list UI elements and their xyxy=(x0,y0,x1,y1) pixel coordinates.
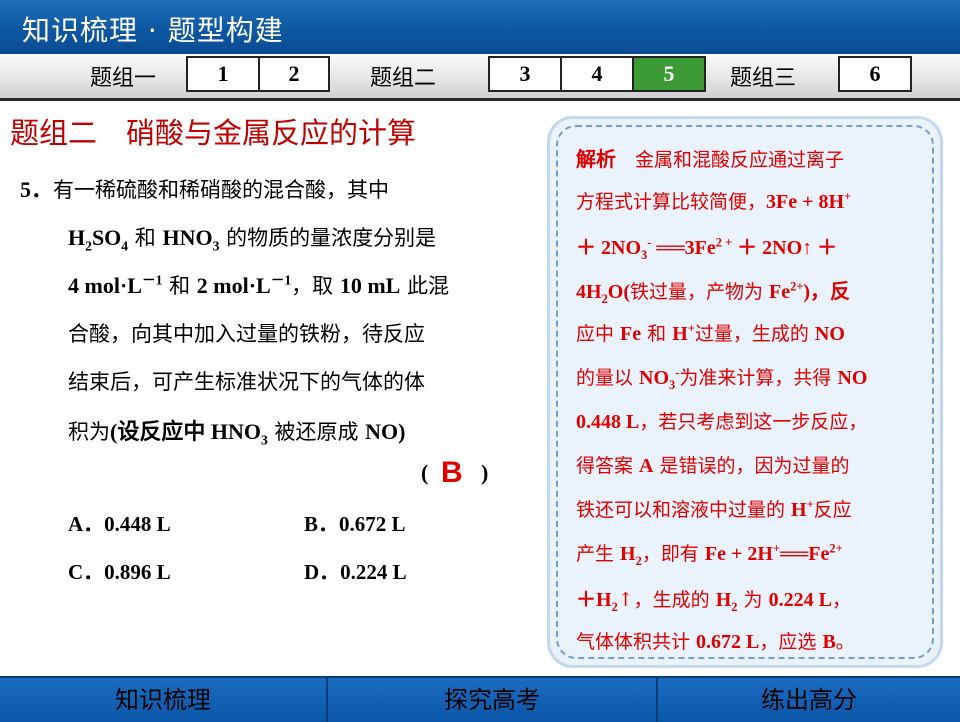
footer-practice-button[interactable]: 练出高分 xyxy=(658,678,960,722)
volume: 10 mL xyxy=(339,273,401,298)
explanation-line-1: 解析 金属和混酸反应通过离子 xyxy=(576,149,845,171)
nav-item-3[interactable]: 3 xyxy=(488,56,562,92)
explanation-label: 解析 xyxy=(576,149,616,171)
option-c[interactable]: C．0.896 L xyxy=(68,556,171,586)
explanation-line-6: 的量以 NO3-为准来计算，共得 NO xyxy=(576,365,868,392)
explanation-line-8: 得答案 A 是错误的，因为过量的 xyxy=(576,455,850,477)
question-text: 有一稀硫酸和稀硝酸的混合酸，其中 xyxy=(53,178,390,202)
explanation-line-11: ＋H2↑，生成的 H2 为 0.224 L， xyxy=(576,589,851,614)
explanation-line-2: 方程式计算比较简便，3Fe + 8H+ xyxy=(576,189,852,213)
explanation-line-4: 4H2O(铁过量，产物为 Fe2+)，反 xyxy=(576,279,851,306)
formula-hno3-2: HNO3 xyxy=(210,419,268,448)
explanation-panel: 解析 金属和混酸反应通过离子 方程式计算比较简便，3Fe + 8H+ ＋ 2NO… xyxy=(547,116,943,668)
answer-bracket-open: ( xyxy=(421,460,429,485)
explanation-line-9: 铁还可以和溶液中过量的 H+反应 xyxy=(576,497,852,521)
question-number: 5． xyxy=(20,177,54,202)
question-line-1: 5．有一稀硫酸和稀硝酸的混合酸，其中 xyxy=(20,172,389,204)
nav-item-5-active[interactable]: 5 xyxy=(632,56,706,92)
page-title: 知识梳理 · 题型构建 xyxy=(22,14,284,47)
concentration-1: 4 mol·L－1 xyxy=(68,272,163,298)
footer-nav: 知识梳理 探究高考 练出高分 xyxy=(0,676,960,722)
footer-explore-button[interactable]: 探究高考 xyxy=(328,678,656,722)
option-b[interactable]: B．0.672 L xyxy=(304,508,406,538)
nav-item-4[interactable]: 4 xyxy=(560,56,634,92)
answer-bracket-close: ) xyxy=(481,460,489,485)
question-line-6: 积为(设反应中 HNO3 被还原成 NO) xyxy=(68,419,406,448)
nav-item-2[interactable]: 2 xyxy=(258,56,330,92)
option-a[interactable]: A．0.448 L xyxy=(68,508,171,538)
explanation-line-3: ＋ 2NO3- ══3Fe2 + ＋ 2NO↑ ＋ xyxy=(576,235,838,262)
nav-group-1[interactable]: 题组一 xyxy=(90,60,156,92)
nav-item-6[interactable]: 6 xyxy=(838,56,912,92)
explanation-line-5: 应中 Fe 和 H+过量，生成的 NO xyxy=(576,321,845,345)
explanation-line-10: 产生 H2，即有 Fe + 2H+══Fe2+ xyxy=(576,541,843,568)
question-line-2: H2SO4 和 HNO3 的物质的量浓度分别是 xyxy=(68,225,437,254)
explanation-line-7: 0.448 L，若只考虑到这一步反应， xyxy=(576,411,868,433)
nav-group-3[interactable]: 题组三 xyxy=(730,60,796,92)
question-line-5: 结束后，可产生标准状况下的气体的体 xyxy=(68,370,425,394)
header-bar: 知识梳理 · 题型构建 xyxy=(0,0,960,54)
section-title: 题组二 硝酸与金属反应的计算 xyxy=(10,116,417,150)
concentration-2: 2 mol·L－1 xyxy=(196,272,292,298)
explanation-line-12: 气体体积共计 0.672 L，应选 B。 xyxy=(576,631,855,653)
question-line-4: 合酸，向其中加入过量的铁粉，待反应 xyxy=(68,322,425,346)
nav-item-1[interactable]: 1 xyxy=(186,56,260,92)
formula-hno3: HNO3 xyxy=(162,225,220,254)
nav-group-2[interactable]: 题组二 xyxy=(370,60,436,92)
formula-h2so4: H2SO4 xyxy=(68,225,129,254)
answer-letter: B xyxy=(441,456,463,489)
option-d[interactable]: D．0.224 L xyxy=(304,556,407,586)
question-nav: 题组一 1 2 题组二 3 4 5 题组三 6 xyxy=(0,54,960,101)
footer-knowledge-button[interactable]: 知识梳理 xyxy=(0,678,326,722)
question-line-3: 4 mol·L－1 和 2 mol·L－1，取 10 mL 此混 xyxy=(68,272,450,298)
